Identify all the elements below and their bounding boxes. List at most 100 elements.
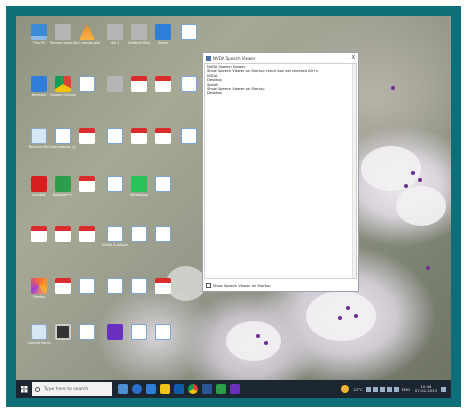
acrobat-icon — [31, 176, 47, 192]
desktop-icon[interactable] — [26, 226, 52, 243]
startup-checkbox-label: Show Speech Viewer on Startup — [213, 283, 271, 288]
desktop-icon[interactable] — [74, 324, 100, 341]
desktop-icon[interactable] — [150, 128, 176, 145]
weather-text: 22°C — [353, 386, 363, 392]
desktop-icon[interactable]: VLC media player — [74, 24, 100, 45]
desktop-icon[interactable]: Record video clip — [50, 24, 76, 45]
edge-icon[interactable] — [132, 384, 142, 394]
desktop-icon[interactable] — [50, 226, 76, 243]
desktop-icon[interactable] — [74, 128, 100, 145]
file-icon — [131, 24, 147, 40]
desktop-icon[interactable] — [176, 76, 202, 93]
desktop-icon[interactable]: Firefox — [26, 278, 52, 299]
desktop-icon[interactable] — [126, 226, 152, 243]
pdf-file-icon — [79, 176, 95, 192]
doc-file-icon — [155, 226, 171, 242]
scrollbar[interactable] — [352, 64, 356, 278]
desktop-icon[interactable] — [50, 278, 76, 295]
word-icon[interactable] — [202, 384, 212, 394]
nvda-icon[interactable] — [230, 384, 240, 394]
file-explorer-icon[interactable] — [160, 384, 170, 394]
start-button[interactable] — [16, 380, 32, 398]
desktop-icon[interactable] — [150, 226, 176, 243]
desktop-icon-label: VLC media player — [74, 41, 100, 45]
zoom-icon[interactable] — [146, 384, 156, 394]
doc-file-icon — [131, 226, 147, 242]
desktop-icon-label: This PC — [32, 41, 46, 45]
desktop-icon[interactable]: Control Panel — [26, 324, 52, 345]
desktop-icon[interactable]: WhatsApp — [126, 176, 152, 197]
desktop-icon[interactable] — [126, 128, 152, 145]
startup-checkbox-row[interactable]: Show Speech Viewer on Startup — [206, 283, 271, 288]
taskbar-search-box[interactable]: Type here to search — [32, 382, 112, 396]
notepad-plus-icon[interactable] — [216, 384, 226, 394]
network-icon[interactable] — [386, 386, 392, 392]
task-view-icon[interactable] — [118, 384, 128, 394]
desktop-icon-label: Record video clip — [50, 41, 76, 45]
desktop-icon[interactable] — [102, 324, 128, 341]
desktop-icon[interactable] — [150, 278, 176, 295]
desktop-icon[interactable] — [74, 76, 100, 93]
stamen-dot — [264, 341, 268, 345]
desktop-icon-label: WhatsApp — [130, 193, 148, 197]
close-icon[interactable]: X — [352, 55, 355, 61]
desktop-icon[interactable] — [74, 278, 100, 295]
desktop-icon[interactable]: Acrobat — [26, 176, 52, 197]
desktop-icon[interactable]: Recycle Bin — [26, 128, 52, 149]
store-icon[interactable] — [174, 384, 184, 394]
flower-petal — [361, 146, 421, 191]
desktop-icon[interactable] — [176, 128, 202, 145]
recycle-bin-icon — [31, 128, 47, 144]
tray-icon[interactable] — [379, 386, 385, 392]
doc-file-icon — [181, 24, 197, 40]
desktop-icon[interactable] — [74, 226, 100, 243]
stamen-dot — [391, 86, 395, 90]
language-indicator[interactable]: ENG — [402, 387, 410, 392]
startup-checkbox[interactable] — [206, 283, 211, 288]
speech-line: Desktop — [207, 91, 222, 96]
desktop-icon[interactable] — [102, 278, 128, 295]
pdf-file-icon — [155, 128, 171, 144]
tray-icon[interactable] — [372, 386, 378, 392]
weather-icon[interactable] — [341, 385, 350, 393]
desktop-icon[interactable]: Zoom — [150, 24, 176, 45]
volume-icon[interactable] — [393, 386, 399, 392]
desktop-icon[interactable]: NVDA & Advance — [102, 226, 128, 247]
desktop-icon[interactable] — [150, 324, 176, 341]
desktop-icon[interactable] — [150, 176, 176, 193]
desktop-icon[interactable]: Exemptions (1) — [50, 128, 76, 149]
window-titlebar[interactable]: NVDA Speech Viewer X — [203, 53, 358, 63]
document-icon — [55, 24, 71, 40]
desktop-icon[interactable] — [74, 176, 100, 193]
speech-text-area[interactable]: NVDA Speech Viewer Show Speech Viewer on … — [204, 63, 357, 279]
search-placeholder: Type here to search — [44, 386, 89, 392]
desktop-icon[interactable]: list 1 — [102, 24, 128, 45]
desktop-icon[interactable] — [50, 324, 76, 341]
chrome-icon[interactable] — [188, 384, 198, 394]
desktop-icon[interactable] — [150, 76, 176, 93]
doc-file-icon — [79, 324, 95, 340]
doc-file-icon — [131, 278, 147, 294]
desktop-icon[interactable] — [126, 324, 152, 341]
desktop-icon[interactable]: Untitled files — [126, 24, 152, 45]
desktop-icon[interactable] — [176, 24, 202, 41]
desktop-icon[interactable] — [102, 76, 128, 93]
pdf-file-icon — [155, 278, 171, 294]
notifications-icon[interactable] — [441, 386, 446, 392]
desktop-icon[interactable]: Google Chrome — [50, 76, 76, 97]
desktop-icon[interactable] — [126, 278, 152, 295]
tray-icon[interactable] — [365, 386, 371, 392]
desktop-icon[interactable]: This PC — [26, 24, 52, 45]
speech-viewer-window[interactable]: NVDA Speech Viewer X NVDA Speech Viewer S… — [202, 52, 359, 292]
desktop-icon-label: Exemptions (1) — [50, 145, 76, 149]
system-tray: 22°C ENG 10:46 07-02-2023 — [339, 380, 447, 398]
desktop-icon[interactable]: Network — [26, 76, 52, 97]
doc-file-icon — [155, 176, 171, 192]
desktop-icon[interactable] — [126, 76, 152, 93]
desktop-icon-label: Network — [31, 93, 47, 97]
desktop-icon[interactable] — [102, 176, 128, 193]
desktop-icon[interactable]: Notepad++ — [50, 176, 76, 197]
vlc-icon — [79, 24, 95, 40]
desktop-icon[interactable] — [102, 128, 128, 145]
clock[interactable]: 10:46 07-02-2023 — [415, 384, 437, 394]
